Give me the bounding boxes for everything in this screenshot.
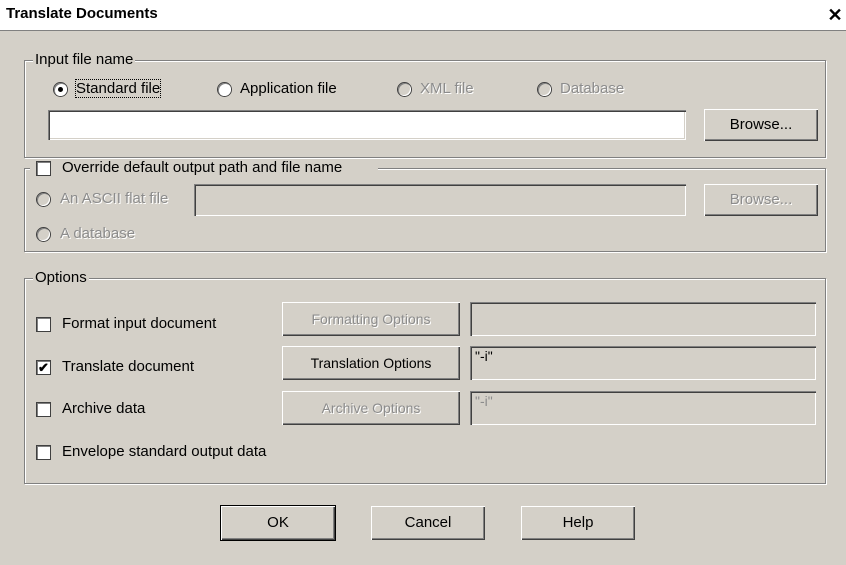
- override-checkbox[interactable]: [37, 162, 50, 175]
- formatting-options-label: Formatting Options: [311, 311, 431, 327]
- ok-label: OK: [267, 514, 289, 531]
- formatting-options-field: [470, 302, 816, 336]
- input-file-path-field[interactable]: [48, 110, 686, 140]
- output-browse-label: Browse...: [729, 191, 793, 208]
- cancel-label: Cancel: [404, 514, 452, 531]
- formatting-options-button: Formatting Options: [282, 302, 460, 336]
- radio-selected-dot: [58, 87, 63, 92]
- archive-options-field: "-i": [470, 391, 816, 425]
- translation-options-label: Translation Options: [310, 355, 432, 371]
- output-browse-button: Browse...: [704, 184, 818, 216]
- translation-options-button[interactable]: Translation Options: [282, 346, 460, 380]
- database-label: Database: [560, 80, 625, 97]
- envelope-output-label[interactable]: Envelope standard output data: [62, 443, 266, 460]
- standard-file-radio[interactable]: [54, 83, 67, 96]
- help-button[interactable]: Help: [521, 506, 635, 540]
- help-label: Help: [562, 514, 594, 531]
- translate-documents-dialog: Translate Documents ✕ Input file name St…: [0, 0, 846, 565]
- a-database-label: A database: [60, 225, 136, 242]
- ascii-flat-file-label: An ASCII flat file: [60, 190, 169, 207]
- input-file-legend: Input file name: [33, 51, 136, 68]
- translate-document-checkbox[interactable]: ✔: [37, 361, 50, 374]
- input-browse-button[interactable]: Browse...: [704, 109, 818, 141]
- ascii-path-field: [194, 184, 686, 216]
- application-file-radio[interactable]: [218, 83, 231, 96]
- application-file-label[interactable]: Application file: [240, 80, 337, 97]
- a-database-radio: [37, 228, 50, 241]
- input-browse-label: Browse...: [729, 116, 793, 133]
- archive-data-checkbox[interactable]: [37, 403, 50, 416]
- archive-options-label: Archive Options: [321, 400, 421, 416]
- override-label[interactable]: Override default output path and file na…: [62, 159, 342, 176]
- translation-options-field[interactable]: "-i": [470, 346, 816, 380]
- archive-options-button: Archive Options: [282, 391, 460, 425]
- archive-data-label[interactable]: Archive data: [62, 400, 145, 417]
- xml-file-label: XML file: [420, 80, 474, 97]
- database-radio: [538, 83, 551, 96]
- cancel-button[interactable]: Cancel: [371, 506, 485, 540]
- options-legend: Options: [33, 269, 89, 286]
- translate-document-label[interactable]: Translate document: [62, 358, 194, 375]
- envelope-output-checkbox[interactable]: [37, 446, 50, 459]
- title-bar: Translate Documents ✕: [0, 0, 846, 31]
- close-icon[interactable]: ✕: [826, 6, 844, 24]
- xml-file-radio: [398, 83, 411, 96]
- format-input-label[interactable]: Format input document: [62, 315, 216, 332]
- ok-button[interactable]: OK: [220, 505, 336, 541]
- window-title: Translate Documents: [6, 5, 158, 22]
- format-input-checkbox[interactable]: [37, 318, 50, 331]
- ascii-flat-file-radio: [37, 193, 50, 206]
- standard-file-label[interactable]: Standard file: [74, 79, 162, 98]
